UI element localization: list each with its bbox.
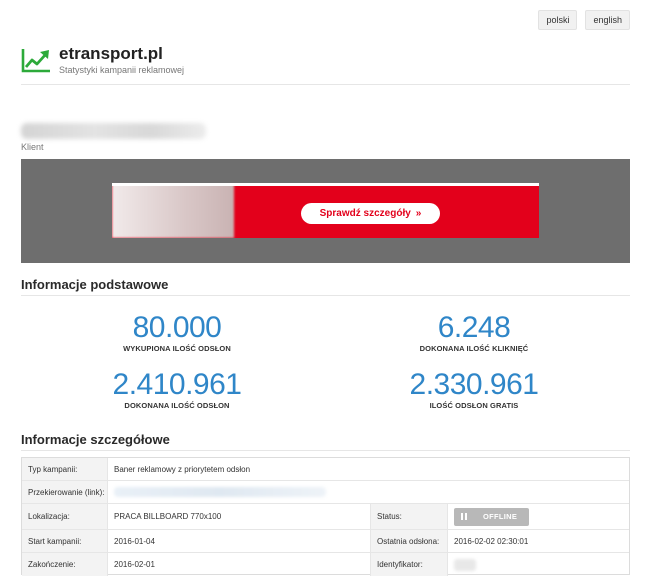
details-table: Typ kampanii: Baner reklamowy z prioryte… (21, 457, 630, 576)
stat-label: WYKUPIONA ILOŚĆ ODSŁON (123, 344, 231, 353)
table-row: Lokalizacja: PRACA BILLBOARD 770x100 Sta… (22, 504, 629, 530)
type-label: Typ kampanii: (22, 458, 107, 480)
status-label: Status: (370, 504, 447, 529)
redirect-link-redacted[interactable] (114, 487, 326, 497)
lang-polish-button[interactable]: polski (538, 10, 578, 30)
last-view-value: 2016-02-02 02:30:01 (447, 530, 629, 552)
stat-value: 2.410.961 (112, 368, 242, 401)
double-chevron-right-icon: » (415, 208, 422, 219)
ad-banner[interactable]: Sprawdź szczegóły » (112, 183, 539, 238)
banner-image-redacted (112, 183, 234, 238)
stat-label: ILOŚĆ ODSŁON GRATIS (429, 401, 519, 410)
status-text: OFFLINE (483, 512, 518, 521)
details-divider (21, 450, 630, 451)
table-row: Zakończenie: 2016-02-01 Identyfikator: (22, 553, 629, 576)
identifier-redacted (454, 558, 476, 571)
stat-free-views: 2.330.961 ILOŚĆ ODSŁON GRATIS (354, 368, 594, 411)
last-view-label: Ostatnia odsłona: (370, 530, 447, 552)
stat-purchased-views: 80.000 WYKUPIONA ILOŚĆ ODSŁON (57, 311, 297, 354)
stat-value: 80.000 (132, 311, 222, 344)
header-divider (21, 84, 630, 85)
start-value: 2016-01-04 (107, 530, 370, 552)
basic-info-divider (21, 295, 630, 296)
lang-english-button[interactable]: english (585, 10, 630, 30)
banner-preview: Sprawdź szczegóły » (21, 159, 630, 263)
table-row: Przekierowanie (link): (22, 481, 629, 504)
type-value: Baner reklamowy z priorytetem odsłon (107, 458, 629, 480)
client-label: Klient (21, 142, 44, 152)
basic-info-title: Informacje podstawowe (21, 277, 169, 292)
stat-value: 2.330.961 (409, 368, 539, 401)
stat-label: DOKONANA ILOŚĆ ODSŁON (124, 401, 230, 410)
brand-header: etransport.pl Statystyki kampanii reklam… (21, 44, 184, 76)
end-value: 2016-02-01 (107, 553, 370, 576)
client-name-redacted (21, 123, 206, 139)
banner-cta-button[interactable]: Sprawdź szczegóły » (301, 203, 440, 224)
redirect-label: Przekierowanie (link): (22, 481, 107, 503)
table-row: Typ kampanii: Baner reklamowy z prioryte… (22, 458, 629, 481)
banner-top-line (112, 183, 539, 186)
location-value: PRACA BILLBOARD 770x100 (107, 504, 370, 529)
brand-subtitle: Statystyki kampanii reklamowej (59, 65, 185, 75)
redirect-value (107, 481, 629, 503)
end-label: Zakończenie: (22, 553, 107, 576)
banner-cta-label: Sprawdź szczegóły (319, 208, 411, 219)
status-toggle[interactable]: OFFLINE (454, 507, 529, 526)
stat-clicks: 6.248 DOKONANA ILOŚĆ KLIKNIĘĆ (354, 311, 594, 354)
stat-label: DOKONANA ILOŚĆ KLIKNIĘĆ (419, 344, 529, 353)
table-row: Start kampanii: 2016-01-04 Ostatnia odsł… (22, 530, 629, 553)
language-switcher: polski english (538, 10, 630, 30)
brand-title: etransport.pl (59, 44, 163, 63)
stat-value: 6.248 (437, 311, 511, 344)
start-label: Start kampanii: (22, 530, 107, 552)
status-value: OFFLINE (447, 504, 629, 529)
trend-up-icon (21, 49, 50, 73)
pause-icon (461, 513, 467, 520)
stat-delivered-views: 2.410.961 DOKONANA ILOŚĆ ODSŁON (57, 368, 297, 411)
id-label: Identyfikator: (370, 553, 447, 576)
details-title: Informacje szczegółowe (21, 432, 170, 447)
id-value (447, 553, 629, 576)
location-label: Lokalizacja: (22, 504, 107, 529)
